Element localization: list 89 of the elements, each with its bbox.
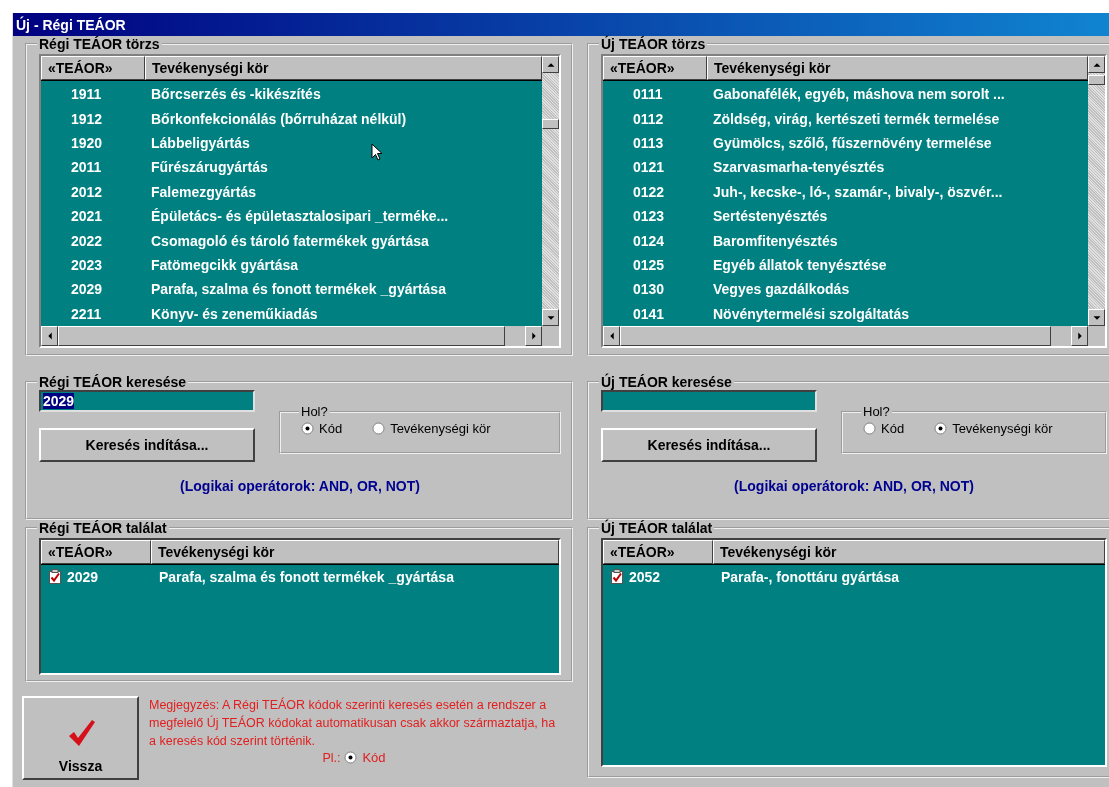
column-header[interactable]: Tevékenységi kör [151,540,559,564]
radio-option[interactable]: Kód [301,421,343,436]
activity-cell-text: Falemezgyártás [150,183,257,200]
scrollbar-corner [1088,326,1105,346]
column-header[interactable]: «TEÁOR» [41,540,151,564]
group-title: Régi TEÁOR találat [38,520,168,536]
code-cell-text: 1911 [70,86,103,103]
code-cell-text: 0125 [632,256,666,273]
search-button[interactable]: Keresés indítása... [39,428,255,462]
code-cell-text: 2023 [70,256,104,273]
code-cell-text: 2211 [70,305,103,322]
activity-cell-text: Bőrkonfekcionálás (bőrruházat nélkül) [150,110,407,127]
activity-cell-text: Csomagoló és tároló fatermékek gyártása [150,232,429,249]
scroll-up-button[interactable] [1088,56,1105,73]
scroll-left-button[interactable] [41,326,58,346]
activity-cell-text: Zöldség, virág, kertészeti termék termelése [712,110,1000,127]
code-cell-text: 0113 [632,134,665,151]
vertical-scrollbar[interactable] [1088,56,1105,326]
activity-cell-text: Könyv- és zeneműkiadás [150,305,318,322]
options-group-title: Hol? [862,404,891,419]
code-cell-text: 2029 [70,281,104,298]
search-field[interactable]: 2029 [39,390,255,412]
back-button[interactable]: Vissza [22,696,139,780]
activity-cell-text: Lábbeligyártás [150,134,250,151]
code-cell-text: 0111 [632,86,664,103]
group-title: Új TEÁOR törzs [600,36,707,52]
activity-cell-text: Sertéstenyésztés [712,208,828,225]
code-cell-text: 0121 [632,159,666,176]
activity-cell-text: Fatömegcikk gyártása [150,256,299,273]
column-header[interactable]: Tevékenységi kör [707,56,1088,80]
activity-cell-text: Juh-, kecske-, ló-, szamár-, bivaly-, öszvér... [712,183,1003,200]
activity-cell-text: Fűrészárugyártás [150,159,268,176]
group-title: Régi TEÁOR törzs [38,36,161,52]
activity-cell-text: Gyümölcs, szőlő, fűszernövény termelése [712,134,992,151]
vertical-scrollbar[interactable] [542,56,559,326]
activity-cell-text: Növénytermelési szolgáltatás [712,305,910,322]
scroll-left-button[interactable] [603,326,620,346]
code-cell-text: 2011 [70,159,103,176]
column-header[interactable]: «TEÁOR» [603,56,707,80]
code-cell: 2029 [67,569,99,585]
scroll-up-button[interactable] [542,56,559,73]
scrollbar-corner [542,326,559,346]
code-cell-text: 0122 [632,183,666,200]
note-text: Megjegyzés: A Régi TEÁOR kódok szerinti keresés esetén a rendszer a megfelelő Új TEÁOR kódokat automatikusan csak akkor származtatja, ha a keresés kód szerint történik. [149,696,557,750]
scroll-thumb[interactable] [1088,75,1105,85]
column-header[interactable]: «TEÁOR» [41,56,145,80]
code-cell-text: 2021 [70,208,104,225]
group-title: Új TEÁOR keresése [600,374,733,390]
code-cell-text: 0123 [632,208,666,225]
radio-option[interactable]: Tevékenységi kör [934,421,1053,436]
example-label: Pl.: [322,750,341,765]
code-cell-text: 0141 [632,305,666,322]
scroll-right-button[interactable] [525,326,542,346]
scroll-right-button[interactable] [1071,326,1088,346]
code-cell-text: 2012 [70,183,104,200]
activity-cell-text: Parafa, szalma és fonott termékek _gyártása [158,569,454,585]
code-cell-text: 1920 [70,134,104,151]
activity-cell-text: Baromfitenyésztés [712,232,838,249]
activity-cell-text: Szarvasmarha-tenyésztés [712,159,885,176]
activity-cell-text: Vegyes gazdálkodás [712,281,850,298]
code-cell-text: 1912 [70,110,104,127]
search-button[interactable]: Keresés indítása... [601,428,817,462]
column-header[interactable]: «TEÁOR» [603,540,713,564]
scroll-down-button[interactable] [1088,309,1105,326]
radio-option[interactable]: Tevékenységi kör [372,421,491,436]
activity-cell-text: Épületács- és épületasztalosipari _terméke... [150,208,449,225]
window-title: Új - Régi TEÁOR [16,16,126,33]
activity-cell-text: Gabonafélék, egyéb, máshova nem sorolt ... [712,86,1005,103]
operators-hint: (Logikai operátorok: AND, OR, NOT) [733,478,975,494]
code-cell-text: 0124 [632,232,666,249]
scroll-down-button[interactable] [542,309,559,326]
cursor-icon [371,143,383,161]
code-cell: 2052 [629,569,661,585]
column-header[interactable]: Tevékenységi kör [713,540,1105,564]
code-cell-text: 2022 [70,232,104,249]
code-cell-text: 0112 [632,110,665,127]
operators-hint: (Logikai operátorok: AND, OR, NOT) [179,478,421,494]
code-cell-text: 0130 [632,281,666,298]
options-group-title: Hol? [300,404,329,419]
search-field[interactable] [601,390,817,412]
activity-cell-text: Parafa, szalma és fonott termékek _gyártása [150,281,446,298]
group-title: Új TEÁOR találat [600,520,714,536]
radio-option[interactable]: Kód [863,421,905,436]
column-header[interactable]: Tevékenységi kör [145,56,542,80]
activity-cell-text: Egyéb állatok tenyésztése [712,256,887,273]
activity-cell-text: Bőrcserzés és -kikészítés [150,86,321,103]
scroll-thumb[interactable] [542,119,559,129]
activity-cell-text: Parafa-, fonottáru gyártása [720,569,900,585]
group-title: Régi TEÁOR keresése [38,374,188,390]
